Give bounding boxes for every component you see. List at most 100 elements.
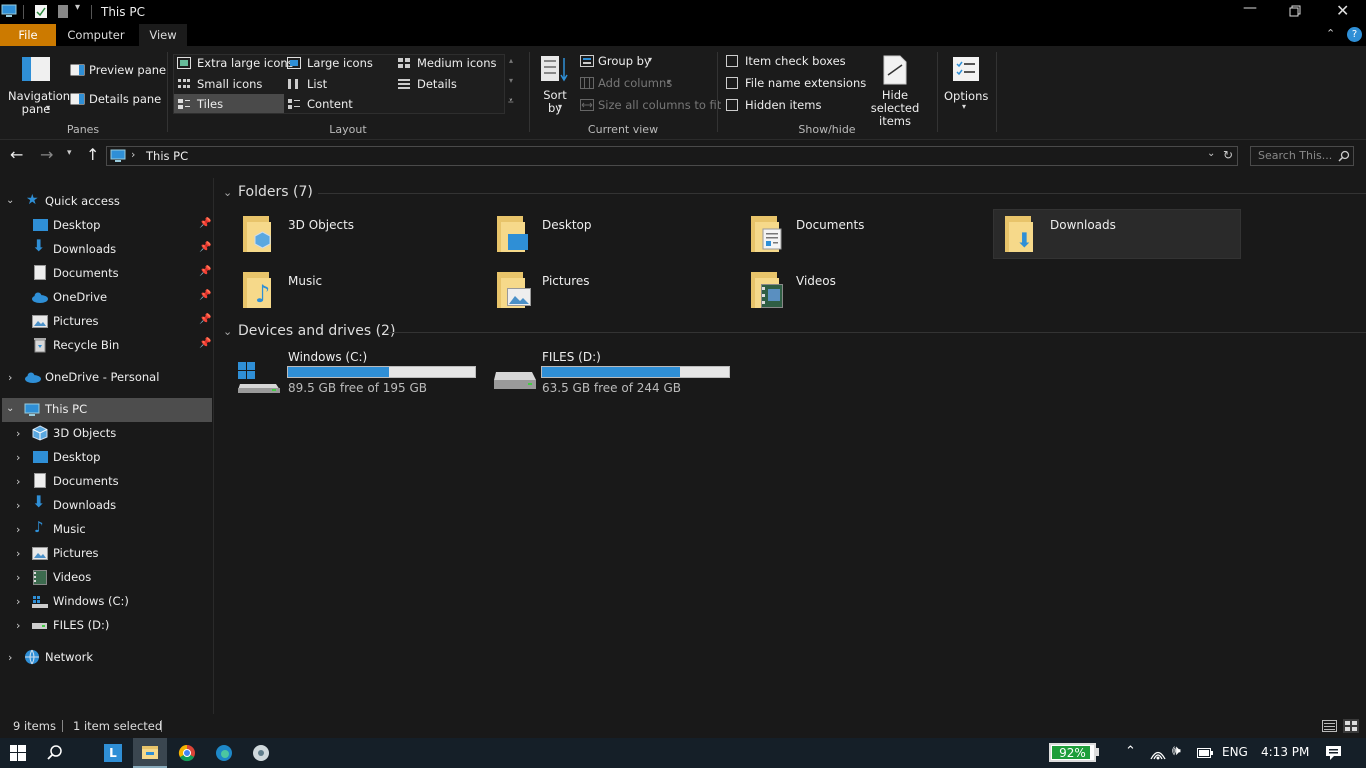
pin-icon[interactable]: 📌 [199,290,211,301]
expanded-chevron-icon[interactable]: ⌄ [6,403,14,414]
collapsed-chevron-icon[interactable]: › [16,571,20,584]
gallery-scroll-down-icon[interactable]: ▾ [509,76,513,85]
pin-icon[interactable]: 📌 [199,266,211,277]
layout-list[interactable]: List [307,77,327,91]
restore-button[interactable] [1289,5,1301,17]
folder-desktop[interactable]: Desktop [542,218,592,232]
pc-files-drive[interactable]: FILES (D:) [53,614,109,636]
app-l-icon[interactable]: L [104,744,122,762]
options-dropdown-icon[interactable]: ▾ [962,102,966,111]
pc-pictures[interactable]: Pictures [53,542,99,564]
drive-name-d[interactable]: FILES (D:) [542,350,601,364]
start-windows-icon[interactable] [10,745,26,761]
search-box[interactable]: Search This... [1250,146,1354,166]
breadcrumb-chevron-icon[interactable]: › [131,148,135,161]
group-by-dropdown-icon[interactable]: ▾ [648,55,652,64]
group-collapse-chevron-icon[interactable]: ⌄ [223,186,232,199]
app-disc-icon[interactable] [252,744,270,762]
quick-access-downloads[interactable]: Downloads [53,238,116,260]
this-pc-item[interactable]: This PC [45,398,87,420]
pc-3d-objects[interactable]: 3D Objects [53,422,116,444]
recent-locations-dropdown-icon[interactable]: ▾ [67,148,72,158]
quick-access-recycle-bin[interactable]: Recycle Bin [53,334,119,356]
close-button[interactable]: ✕ [1336,1,1349,20]
chrome-icon[interactable] [178,744,196,762]
item-check-boxes-label[interactable]: Item check boxes [745,54,846,68]
search-icon[interactable] [46,744,64,762]
pc-videos[interactable]: Videos [53,566,91,588]
show-hidden-icons-chevron-icon[interactable]: ⌃ [1125,744,1136,759]
folder-videos[interactable]: Videos [796,274,836,288]
address-history-dropdown-icon[interactable]: ⌄ [1207,148,1215,159]
layout-small-icons[interactable]: Small icons [197,77,262,91]
group-by-button[interactable]: Group by [598,54,651,68]
layout-content[interactable]: Content [307,97,353,111]
layout-large-icons[interactable]: Large icons [307,56,373,70]
folder-3d-objects[interactable]: 3D Objects [288,218,354,232]
layout-tiles[interactable]: Tiles [197,97,223,111]
item-check-boxes-checkbox[interactable] [726,55,738,67]
edge-icon[interactable] [215,744,233,762]
pc-music[interactable]: Music [53,518,86,540]
layout-medium-icons[interactable]: Medium icons [417,56,496,70]
onedrive-personal-item[interactable]: OneDrive - Personal [45,366,159,388]
tab-view[interactable]: View [139,24,187,46]
collapsed-chevron-icon[interactable]: › [16,547,20,560]
folders-group-header[interactable]: Folders (7) [238,184,313,200]
address-bar[interactable]: › This PC ⌄ ↻ [106,146,1238,166]
sort-by-button[interactable]: Sort by [541,89,569,115]
pc-documents[interactable]: Documents [53,470,119,492]
navigation-pane-icon[interactable] [21,56,51,82]
folder-documents[interactable]: Documents [796,218,864,232]
collapsed-chevron-icon[interactable]: › [16,619,20,632]
collapsed-chevron-icon[interactable]: › [8,371,12,384]
quick-access-documents[interactable]: Documents [53,262,119,284]
quick-access-item[interactable]: Quick access [45,190,120,212]
tab-computer[interactable]: Computer [60,24,132,46]
preview-pane-button[interactable]: Preview pane [89,63,166,77]
folder-pictures[interactable]: Pictures [542,274,590,288]
add-columns-dropdown-icon[interactable]: ▾ [667,77,671,86]
group-collapse-chevron-icon[interactable]: ⌄ [223,325,232,338]
new-folder-icon[interactable] [57,4,69,19]
navigation-pane-button[interactable]: Navigation pane [8,90,70,116]
clock[interactable]: 4:13 PM [1261,745,1309,759]
pin-icon[interactable]: 📌 [199,338,211,349]
collapsed-chevron-icon[interactable]: › [16,499,20,512]
gallery-expand-icon[interactable]: ⩡ [508,96,514,107]
collapsed-chevron-icon[interactable]: › [16,451,20,464]
navigation-pane-dropdown-icon[interactable]: ▾ [46,103,50,112]
file-name-extensions-checkbox[interactable] [726,77,738,89]
refresh-icon[interactable]: ↻ [1223,148,1233,162]
quick-access-onedrive[interactable]: OneDrive [53,286,107,308]
battery-icon[interactable] [1197,748,1213,758]
notifications-icon[interactable] [1325,745,1342,761]
volume-icon[interactable]: 🕪 [1172,743,1181,759]
quick-access-pictures[interactable]: Pictures [53,310,99,332]
search-input[interactable]: Search This... [1258,149,1332,162]
options-button[interactable]: Options [944,89,988,103]
up-arrow-icon[interactable]: ↑ [86,145,99,164]
sort-by-dropdown-icon[interactable]: ▾ [558,102,562,111]
folder-downloads[interactable]: Downloads [1050,218,1116,232]
large-icons-view-icon[interactable] [1343,719,1359,733]
drive-name-c[interactable]: Windows (C:) [288,350,367,364]
this-pc-icon[interactable] [1,4,17,18]
file-explorer-taskbar-button[interactable] [133,738,167,768]
collapsed-chevron-icon[interactable]: › [16,475,20,488]
size-all-columns-button[interactable]: Size all columns to fit [598,98,721,112]
collapsed-chevron-icon[interactable]: › [16,427,20,440]
pin-icon[interactable]: 📌 [199,242,211,253]
details-view-icon[interactable] [1322,720,1337,732]
network-item[interactable]: Network [45,646,93,668]
file-name-extensions-label[interactable]: File name extensions [745,76,866,90]
hidden-items-label[interactable]: Hidden items [745,98,821,112]
devices-group-header[interactable]: Devices and drives (2) [238,323,395,339]
help-icon[interactable]: ? [1347,27,1362,42]
battery-indicator[interactable]: 92% [1049,743,1096,762]
tab-file[interactable]: File [0,24,56,46]
back-arrow-icon[interactable]: ← [10,145,23,164]
collapsed-chevron-icon[interactable]: › [16,595,20,608]
language-indicator[interactable]: ENG [1222,745,1248,759]
quick-access-desktop[interactable]: Desktop [53,214,100,236]
